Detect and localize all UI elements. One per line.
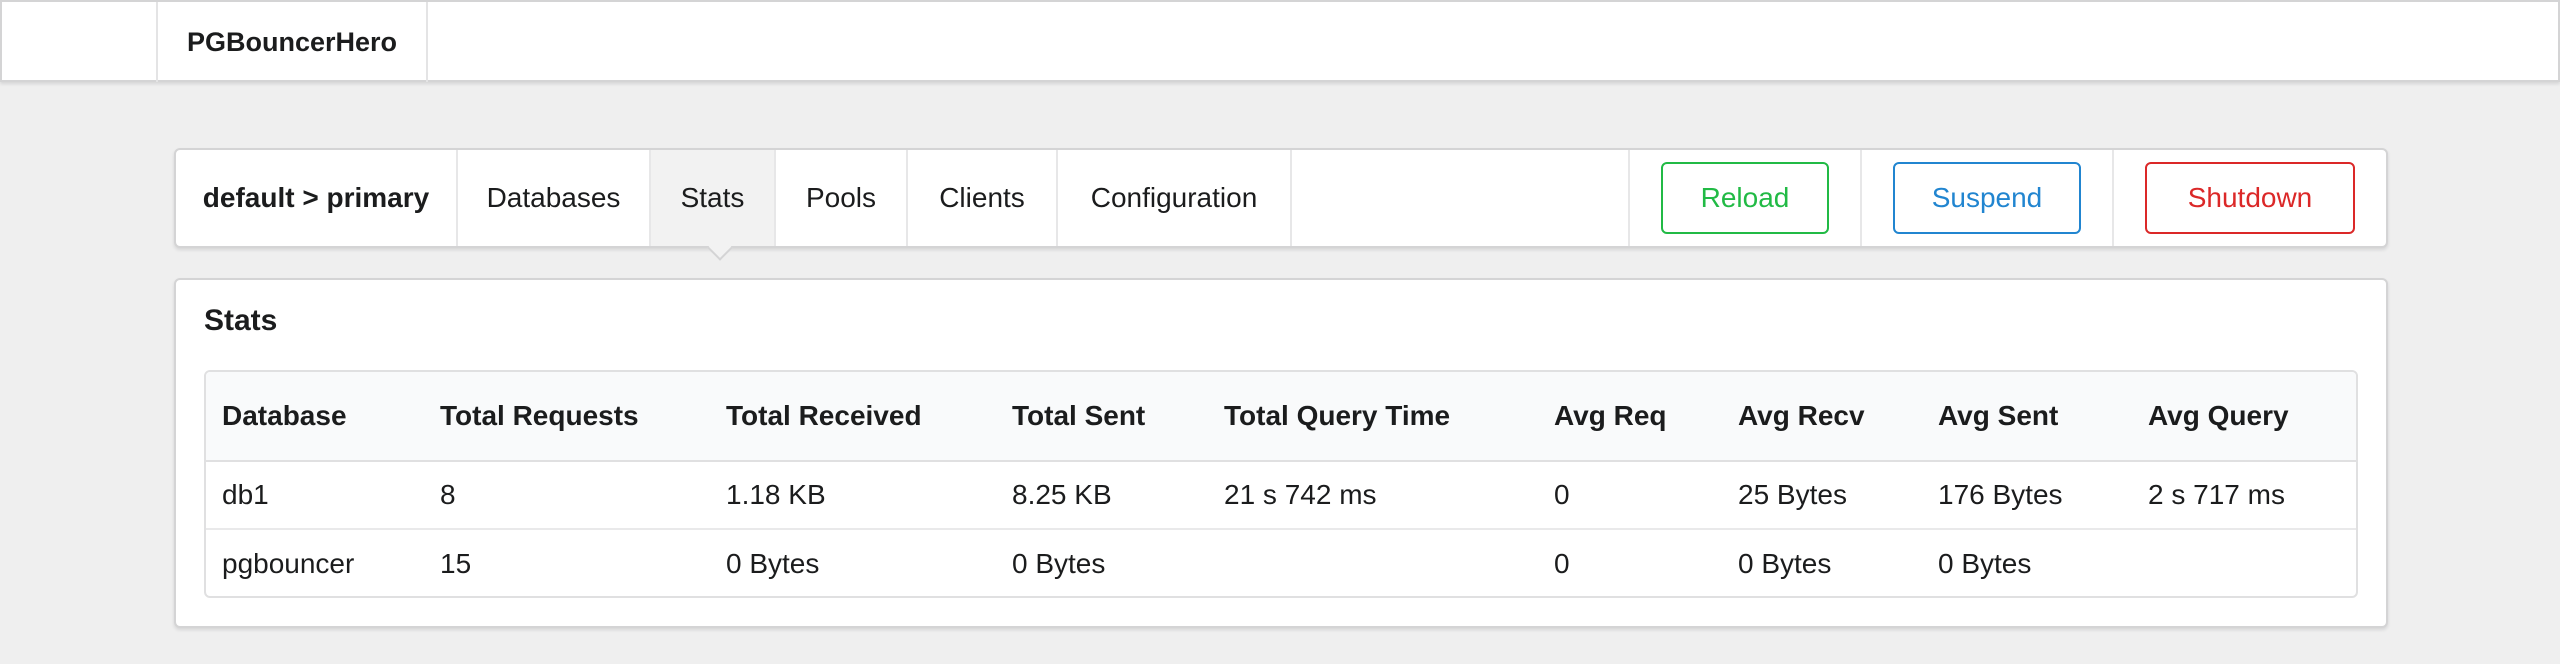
table-cell: 0 Bytes bbox=[1938, 548, 2032, 579]
stats-table: Database Total Requests Total Received T… bbox=[204, 370, 2358, 598]
top-navbar: PGBouncerHero bbox=[0, 0, 2560, 82]
table-cell: 25 Bytes bbox=[1738, 479, 1847, 510]
table-cell: 0 Bytes bbox=[1738, 548, 1832, 579]
brand-link[interactable]: PGBouncerHero bbox=[156, 2, 428, 82]
table-cell: 8 bbox=[440, 479, 456, 510]
table-cell: pgbouncer bbox=[222, 548, 355, 579]
table-cell: 1.18 KB bbox=[726, 479, 826, 510]
table-cell: 0 bbox=[1554, 548, 1570, 579]
table-row: pgbouncer 15 0 Bytes 0 Bytes 0 0 Bytes 0… bbox=[206, 530, 2356, 596]
column-header: Total Received bbox=[726, 400, 922, 431]
tab-configuration[interactable]: Configuration bbox=[1058, 150, 1292, 246]
column-header: Total Requests bbox=[440, 400, 639, 431]
table-header: Database Total Requests Total Received T… bbox=[206, 372, 2356, 462]
column-header: Total Sent bbox=[1012, 400, 1146, 431]
table-cell: 176 Bytes bbox=[1938, 479, 2063, 510]
section-title: Stats bbox=[204, 304, 278, 337]
column-header: Database bbox=[222, 400, 347, 431]
column-header: Avg Sent bbox=[1938, 400, 2059, 431]
table-cell: 0 bbox=[1554, 479, 1570, 510]
table-cell: 8.25 KB bbox=[1012, 479, 1112, 510]
reload-button[interactable]: Reload bbox=[1661, 162, 1829, 234]
tab-clients[interactable]: Clients bbox=[908, 150, 1058, 246]
table-cell: 15 bbox=[440, 548, 472, 579]
breadcrumb: default > primary bbox=[176, 150, 458, 246]
suspend-button[interactable]: Suspend bbox=[1893, 162, 2081, 234]
table-cell: 21 s 742 ms bbox=[1224, 479, 1377, 510]
column-header: Avg Query bbox=[2148, 400, 2289, 431]
suspend-cell: Suspend bbox=[1860, 150, 2112, 246]
tab-databases[interactable]: Databases bbox=[458, 150, 651, 246]
shutdown-button[interactable]: Shutdown bbox=[2145, 162, 2355, 234]
column-header: Total Query Time bbox=[1224, 400, 1451, 431]
database-menu: default > primary Databases Stats Pools … bbox=[174, 148, 2388, 248]
table-row: db1 8 1.18 KB 8.25 KB 21 s 742 ms 0 25 B… bbox=[206, 462, 2356, 530]
tab-stats[interactable]: Stats bbox=[651, 150, 776, 246]
stats-panel: Stats Database Total Requests Total Rece… bbox=[174, 278, 2388, 628]
column-header: Avg Recv bbox=[1738, 400, 1865, 431]
column-header: Avg Req bbox=[1554, 400, 1667, 431]
reload-cell: Reload bbox=[1628, 150, 1860, 246]
table-cell: db1 bbox=[222, 479, 269, 510]
table-cell: 0 Bytes bbox=[726, 548, 820, 579]
shutdown-cell: Shutdown bbox=[2112, 150, 2386, 246]
table-cell: 0 Bytes bbox=[1012, 548, 1106, 579]
table-cell: 2 s 717 ms bbox=[2148, 479, 2285, 510]
tab-pools[interactable]: Pools bbox=[776, 150, 908, 246]
